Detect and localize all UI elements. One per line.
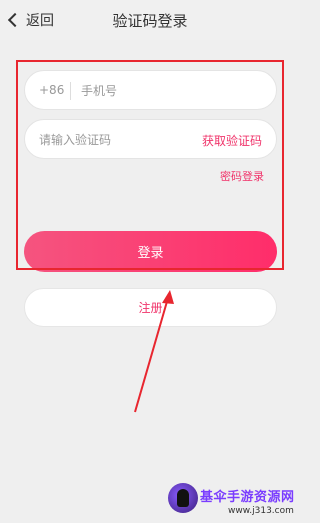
watermark-logo-icon xyxy=(168,483,198,513)
watermark: 基伞手游资源网 www.j313.com xyxy=(166,480,300,523)
header-bar: 返回 验证码登录 xyxy=(0,0,300,40)
watermark-name: 基伞手游资源网 xyxy=(200,490,295,505)
page-title: 验证码登录 xyxy=(112,12,188,30)
watermark-url: www.j313.com xyxy=(228,506,294,516)
register-button[interactable]: 注册 xyxy=(24,288,277,327)
highlight-box xyxy=(16,60,284,270)
